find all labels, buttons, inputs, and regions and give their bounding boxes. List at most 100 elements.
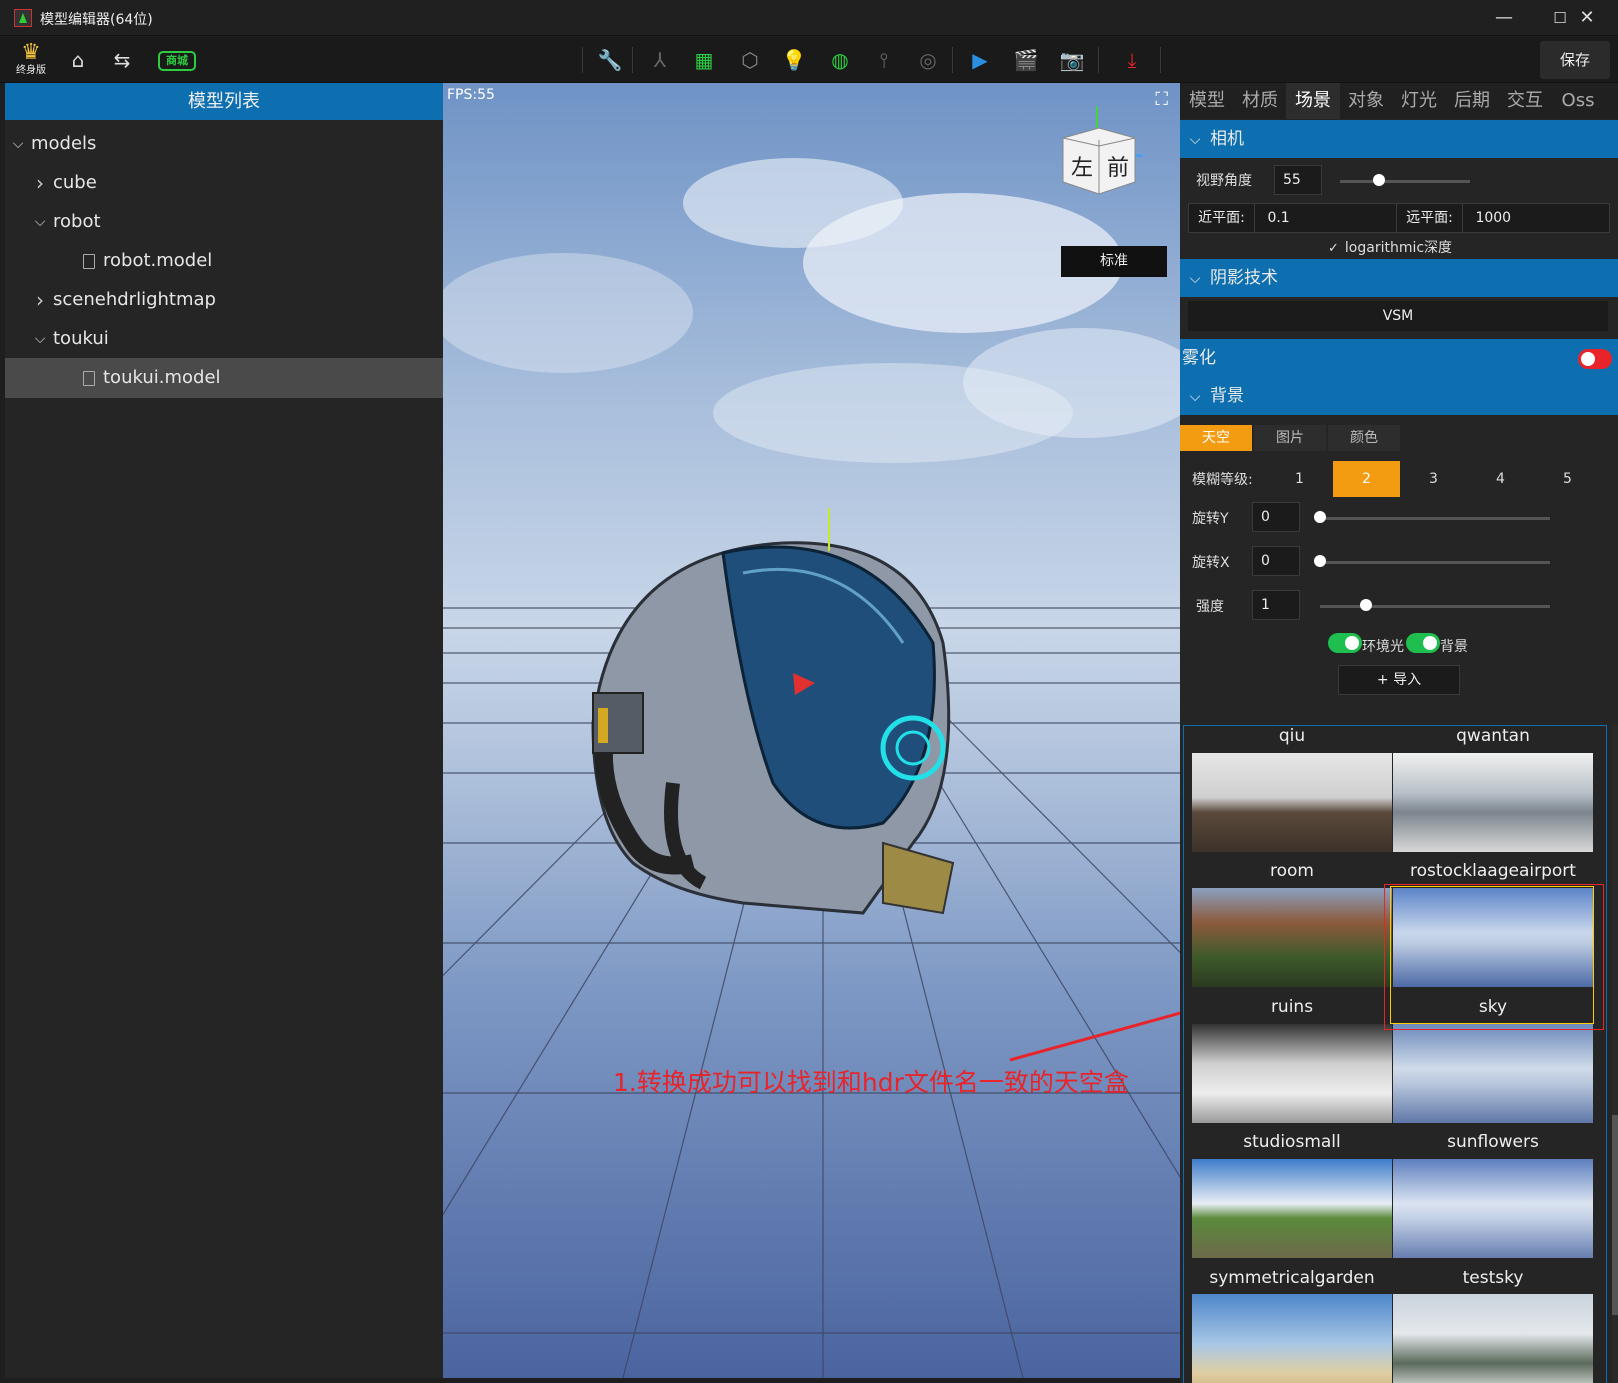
minimize-button[interactable]: — bbox=[1476, 0, 1532, 36]
near-plane-input[interactable]: 0.1 bbox=[1259, 210, 1289, 226]
vip-badge[interactable]: ♛ 终身版 bbox=[16, 41, 46, 77]
background-toggle[interactable] bbox=[1406, 633, 1440, 653]
gizmo-left-face[interactable]: 左 bbox=[1071, 150, 1093, 182]
skybox-thumbnail[interactable] bbox=[1393, 1024, 1593, 1123]
download-icon[interactable]: ⤓ bbox=[1118, 46, 1146, 74]
fullscreen-icon[interactable]: ⛶ bbox=[1155, 89, 1168, 110]
tree-file-item[interactable]: toukui.model bbox=[5, 358, 443, 398]
view-cube-gizmo[interactable]: 左 前 bbox=[1062, 106, 1143, 198]
blur-level-3[interactable]: 3 bbox=[1400, 461, 1467, 497]
blur-level-5[interactable]: 5 bbox=[1534, 461, 1601, 497]
camera-icon[interactable]: 📷 bbox=[1058, 46, 1086, 74]
toolbar-divider bbox=[1098, 47, 1099, 73]
tab-3[interactable]: 对象 bbox=[1339, 83, 1393, 119]
import-button[interactable]: + 导入 bbox=[1338, 665, 1460, 695]
vip-label: 终身版 bbox=[16, 65, 46, 76]
tree-folder-item[interactable]: › scenehdrlightmap bbox=[5, 280, 443, 320]
shop-button[interactable]: 商城 bbox=[158, 51, 196, 71]
rotate-x-slider-thumb[interactable] bbox=[1314, 555, 1326, 567]
bulb-icon[interactable]: 💡 bbox=[780, 46, 808, 74]
toolbar-divider bbox=[582, 47, 583, 73]
strength-slider[interactable] bbox=[1320, 605, 1550, 608]
home-icon[interactable]: ⌂ bbox=[64, 46, 92, 74]
rotate-y-slider[interactable] bbox=[1320, 517, 1550, 520]
toolbar-divider bbox=[952, 47, 953, 73]
fog-toggle[interactable] bbox=[1578, 349, 1612, 369]
cube-icon[interactable]: ⬡ bbox=[736, 46, 764, 74]
video-icon[interactable]: ▶ bbox=[966, 46, 994, 74]
tree-item-label: cube bbox=[53, 172, 97, 193]
fov-slider[interactable] bbox=[1340, 180, 1470, 183]
mode-sky-tab[interactable]: 天空 bbox=[1180, 425, 1252, 451]
swap-icon[interactable]: ⇆ bbox=[108, 46, 136, 74]
skybox-thumbnail[interactable] bbox=[1192, 888, 1392, 987]
close-button[interactable]: ✕ bbox=[1562, 0, 1612, 36]
tree-folder-item[interactable]: › cube bbox=[5, 163, 443, 203]
shadow-type-select[interactable]: VSM bbox=[1188, 301, 1608, 331]
far-plane-input[interactable]: 1000 bbox=[1467, 210, 1511, 226]
blur-level-4[interactable]: 4 bbox=[1467, 461, 1534, 497]
rotate-y-label: 旋转Y bbox=[1192, 511, 1229, 527]
gallery-scrollbar[interactable] bbox=[1612, 725, 1618, 1383]
tab-5[interactable]: 后期 bbox=[1445, 83, 1499, 119]
clapper-icon[interactable]: 🎬 bbox=[1012, 46, 1040, 74]
rotate-y-slider-thumb[interactable] bbox=[1314, 511, 1326, 523]
tree-item-label: models bbox=[31, 133, 97, 154]
chevron-right-icon[interactable]: › bbox=[33, 280, 47, 320]
chevron-down-icon[interactable]: ⌵ bbox=[33, 202, 47, 242]
fov-input[interactable]: 55 bbox=[1274, 165, 1322, 195]
strength-input[interactable]: 1 bbox=[1252, 590, 1300, 620]
skybox-thumbnail[interactable] bbox=[1192, 753, 1392, 852]
grid-icon[interactable]: ▦ bbox=[690, 46, 718, 74]
standard-view-button[interactable]: 标准 bbox=[1061, 246, 1167, 277]
chevron-down-icon: ⌵ bbox=[1189, 271, 1201, 287]
rotate-y-input[interactable]: 0 bbox=[1252, 502, 1300, 532]
skybox-thumbnail[interactable] bbox=[1393, 1159, 1593, 1258]
mode-image-tab[interactable]: 图片 bbox=[1254, 425, 1326, 451]
log-depth-checkbox[interactable]: ✓ logarithmic深度 bbox=[1328, 237, 1452, 257]
blur-level-2[interactable]: 2 bbox=[1333, 461, 1400, 497]
bones-icon[interactable]: ⅄ bbox=[646, 46, 674, 74]
tree-folder-item[interactable]: ⌵ robot bbox=[5, 202, 443, 242]
rotate-x-input[interactable]: 0 bbox=[1252, 546, 1300, 576]
skybox-thumbnail[interactable] bbox=[1192, 1159, 1392, 1258]
tab-1[interactable]: 材质 bbox=[1233, 83, 1287, 119]
camera-section-header[interactable]: ⌵ 相机 bbox=[1180, 120, 1618, 158]
skybox-thumbnail[interactable] bbox=[1192, 1294, 1392, 1383]
rotate-x-slider[interactable] bbox=[1320, 561, 1550, 564]
tab-6[interactable]: 交互 bbox=[1498, 83, 1552, 119]
gizmo-front-face[interactable]: 前 bbox=[1107, 150, 1129, 182]
pin-icon[interactable]: ⫯ bbox=[870, 46, 898, 74]
sphere-icon[interactable]: ◍ bbox=[826, 46, 854, 74]
tab-7[interactable]: Oss bbox=[1551, 83, 1605, 119]
chevron-down-icon[interactable]: ⌵ bbox=[11, 124, 25, 164]
shadow-section-header[interactable]: ⌵ 阴影技术 bbox=[1180, 259, 1618, 297]
background-section-header[interactable]: ⌵ 背景 bbox=[1180, 377, 1618, 415]
scrollbar-thumb[interactable] bbox=[1612, 1115, 1618, 1315]
scene-canvas[interactable] bbox=[443, 83, 1180, 1378]
chevron-right-icon[interactable]: › bbox=[33, 163, 47, 203]
ambient-light-toggle[interactable] bbox=[1328, 633, 1362, 653]
strength-slider-thumb[interactable] bbox=[1360, 599, 1372, 611]
mode-color-tab[interactable]: 颜色 bbox=[1328, 425, 1400, 451]
skybox-name: qiu bbox=[1278, 726, 1306, 746]
tree-file-item[interactable]: robot.model bbox=[5, 241, 443, 281]
tree-folder-item[interactable]: ⌵ models bbox=[5, 124, 443, 164]
tab-4[interactable]: 灯光 bbox=[1392, 83, 1446, 119]
fov-label: 视野角度 bbox=[1196, 173, 1252, 189]
save-button[interactable]: 保存 bbox=[1540, 41, 1610, 79]
tab-0[interactable]: 模型 bbox=[1180, 83, 1234, 119]
skybox-thumbnail[interactable] bbox=[1393, 753, 1593, 852]
tab-2[interactable]: 场景 bbox=[1286, 83, 1340, 119]
fov-slider-thumb[interactable] bbox=[1373, 174, 1385, 186]
tree-folder-item[interactable]: ⌵ toukui bbox=[5, 319, 443, 359]
skybox-thumbnail[interactable] bbox=[1192, 1024, 1392, 1123]
skybox-thumbnail[interactable] bbox=[1393, 1294, 1593, 1383]
globe-icon[interactable]: ◎ bbox=[914, 46, 942, 74]
wrench-icon[interactable]: 🔧 bbox=[596, 46, 624, 74]
camera-title: 相机 bbox=[1210, 129, 1244, 149]
skybox-name: symmetricalgarden bbox=[1209, 1268, 1375, 1288]
blur-level-1[interactable]: 1 bbox=[1266, 461, 1333, 497]
chevron-down-icon[interactable]: ⌵ bbox=[33, 319, 47, 359]
3d-viewport[interactable]: FPS:55 ⛶ 左 前 标准 1.转换成功可以找到和hdr文件名一致的天空盒 bbox=[443, 83, 1180, 1378]
